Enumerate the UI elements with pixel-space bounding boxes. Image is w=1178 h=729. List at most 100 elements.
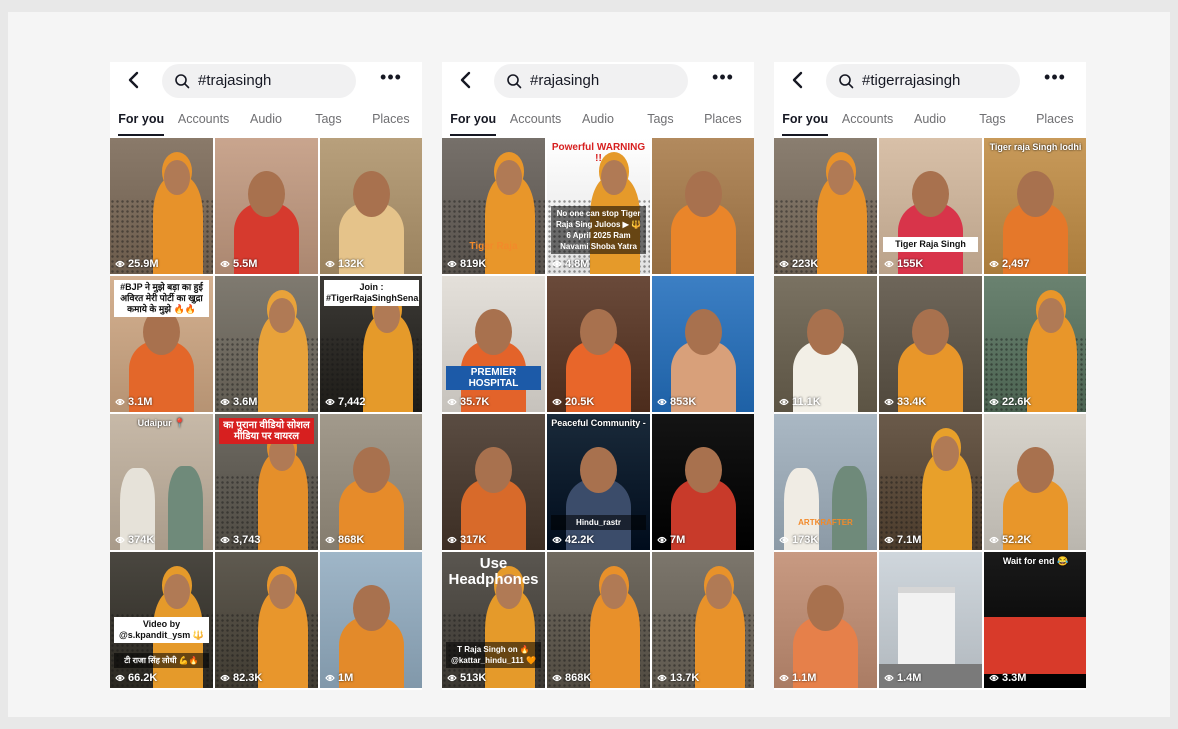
view-count-value: 853K bbox=[670, 396, 697, 408]
video-thumbnail[interactable]: 5.5M bbox=[215, 138, 318, 274]
play-count-icon bbox=[325, 536, 335, 544]
video-thumbnail[interactable]: Tiger raja Singh lodhi 2,497 bbox=[984, 138, 1086, 274]
view-count-value: 7.1M bbox=[897, 534, 922, 546]
video-thumbnail[interactable]: Use Headphones T Raja Singh on 🔥 @kattar_… bbox=[442, 552, 545, 688]
video-thumbnail[interactable]: Udaipur 📍 374K bbox=[110, 414, 213, 550]
tab-for-you[interactable]: For you bbox=[442, 108, 504, 136]
tab-for-you[interactable]: For you bbox=[774, 108, 836, 136]
video-thumbnail[interactable]: 22.6K bbox=[984, 276, 1086, 412]
play-count-icon bbox=[115, 398, 125, 406]
video-thumbnail[interactable]: 82.3K bbox=[215, 552, 318, 688]
more-options-icon[interactable]: ••• bbox=[710, 68, 736, 90]
person-figure bbox=[831, 465, 867, 550]
person-head bbox=[684, 170, 723, 217]
view-count: 4.8M bbox=[552, 258, 589, 270]
back-button[interactable] bbox=[786, 66, 810, 94]
view-count: 1.1M bbox=[779, 672, 816, 684]
tab-places[interactable]: Places bbox=[360, 108, 422, 136]
video-thumbnail[interactable] bbox=[652, 138, 754, 274]
tab-audio[interactable]: Audio bbox=[567, 108, 629, 136]
play-count-icon bbox=[884, 398, 894, 406]
tab-audio[interactable]: Audio bbox=[235, 108, 297, 136]
tab-tags[interactable]: Tags bbox=[961, 108, 1023, 136]
view-count-value: 868K bbox=[338, 534, 365, 546]
more-options-icon[interactable]: ••• bbox=[1042, 68, 1068, 90]
play-count-icon bbox=[115, 536, 125, 544]
video-thumbnail[interactable]: 868K bbox=[547, 552, 650, 688]
tab-places[interactable]: Places bbox=[692, 108, 754, 136]
video-thumbnail[interactable]: 20.5K bbox=[547, 276, 650, 412]
view-count-value: 317K bbox=[460, 534, 487, 546]
view-count-value: 7,442 bbox=[338, 396, 366, 408]
video-thumbnail[interactable]: PREMIER HOSPITAL 35.7K bbox=[442, 276, 545, 412]
video-thumbnail[interactable]: 7M bbox=[652, 414, 754, 550]
view-count-value: 20.5K bbox=[565, 396, 595, 408]
video-thumbnail[interactable]: Wait for end 😂 3.3M bbox=[984, 552, 1086, 688]
more-options-icon[interactable]: ••• bbox=[378, 68, 404, 90]
play-count-icon bbox=[325, 260, 335, 268]
video-thumbnail[interactable]: का पुराना वीडियो सोशल मीडिया पर वायरल 3,… bbox=[215, 414, 318, 550]
results-tabs: For you Accounts Audio Tags Places bbox=[442, 108, 754, 136]
play-count-icon bbox=[447, 398, 457, 406]
video-thumbnail[interactable]: 132K bbox=[320, 138, 422, 274]
video-thumbnail[interactable]: 33.4K bbox=[879, 276, 982, 412]
view-count: 868K bbox=[325, 534, 364, 546]
tab-accounts[interactable]: Accounts bbox=[504, 108, 566, 136]
video-thumbnail[interactable]: ARTKRAFTER 173K bbox=[774, 414, 877, 550]
search-icon bbox=[175, 74, 190, 89]
tab-for-you[interactable]: For you bbox=[110, 108, 172, 136]
tab-accounts[interactable]: Accounts bbox=[836, 108, 898, 136]
video-thumbnail[interactable]: Tiger Raja 819K bbox=[442, 138, 545, 274]
play-count-icon bbox=[552, 536, 562, 544]
tab-tags[interactable]: Tags bbox=[629, 108, 691, 136]
video-thumbnail[interactable]: 853K bbox=[652, 276, 754, 412]
video-thumbnail[interactable]: #BJP ने मुझे बड़ा का हुई अविरत मेरी पोर्… bbox=[110, 276, 213, 412]
search-input[interactable]: #trajasingh bbox=[162, 64, 356, 98]
chevron-left-icon bbox=[460, 71, 471, 89]
play-count-icon bbox=[220, 536, 230, 544]
overlay-caption: PREMIER HOSPITAL bbox=[446, 366, 541, 390]
play-count-icon bbox=[989, 260, 999, 268]
back-button[interactable] bbox=[122, 66, 146, 94]
search-icon bbox=[839, 74, 854, 89]
video-thumbnail[interactable]: 868K bbox=[320, 414, 422, 550]
view-count: 7M bbox=[657, 534, 685, 546]
search-input[interactable]: #tigerrajasingh bbox=[826, 64, 1020, 98]
tab-accounts[interactable]: Accounts bbox=[172, 108, 234, 136]
person-head bbox=[1016, 170, 1055, 217]
view-count-value: 66.2K bbox=[128, 672, 158, 684]
video-thumbnail[interactable]: Powerful WARNING !! No one can stop Tiger… bbox=[547, 138, 650, 274]
play-count-icon bbox=[884, 674, 894, 682]
view-count-value: 513K bbox=[460, 672, 487, 684]
video-thumbnail[interactable]: Video by @s.kpandit_ysm 🔱 टी राजा सिंह लो… bbox=[110, 552, 213, 688]
video-thumbnail[interactable]: Peaceful Community - Hindu_rastr 42.2K bbox=[547, 414, 650, 550]
play-count-icon bbox=[779, 536, 789, 544]
video-thumbnail[interactable]: 11.1K bbox=[774, 276, 877, 412]
search-results-screen: #trajasingh ••• For you Accounts Audio Tags… bbox=[110, 62, 422, 690]
view-count: 13.7K bbox=[657, 672, 699, 684]
play-count-icon bbox=[779, 260, 789, 268]
video-thumbnail[interactable]: 1.4M bbox=[879, 552, 982, 688]
search-input[interactable]: #rajasingh bbox=[494, 64, 688, 98]
video-thumbnail[interactable]: 223K bbox=[774, 138, 877, 274]
video-thumbnail[interactable]: 7.1M bbox=[879, 414, 982, 550]
view-count: 223K bbox=[779, 258, 818, 270]
tab-audio[interactable]: Audio bbox=[899, 108, 961, 136]
video-thumbnail[interactable]: 3.6M bbox=[215, 276, 318, 412]
view-count-value: 132K bbox=[338, 258, 365, 270]
tab-places[interactable]: Places bbox=[1024, 108, 1086, 136]
video-thumbnail[interactable]: 1M bbox=[320, 552, 422, 688]
play-count-icon bbox=[220, 398, 230, 406]
back-button[interactable] bbox=[454, 66, 478, 94]
video-thumbnail[interactable]: 13.7K bbox=[652, 552, 754, 688]
tab-tags[interactable]: Tags bbox=[297, 108, 359, 136]
video-thumbnail[interactable]: 1.1M bbox=[774, 552, 877, 688]
view-count-value: 1.1M bbox=[792, 672, 817, 684]
video-thumbnail[interactable]: 25.9M bbox=[110, 138, 213, 274]
video-thumbnail[interactable]: Tiger Raja Singh 155K bbox=[879, 138, 982, 274]
video-thumbnail[interactable]: 317K bbox=[442, 414, 545, 550]
video-thumbnail[interactable]: Join : #TigerRajaSinghSena 7,442 bbox=[320, 276, 422, 412]
view-count-value: 82.3K bbox=[233, 672, 263, 684]
video-thumbnail[interactable]: 52.2K bbox=[984, 414, 1086, 550]
play-count-icon bbox=[447, 536, 457, 544]
